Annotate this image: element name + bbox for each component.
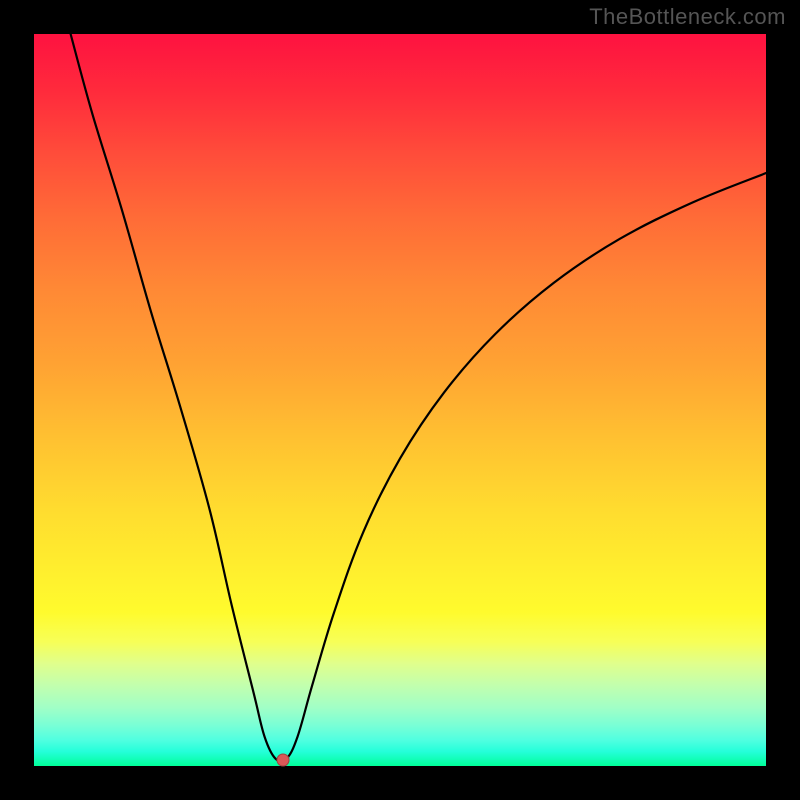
chart-frame: TheBottleneck.com (0, 0, 800, 800)
optimal-point-marker (276, 754, 289, 767)
watermark-text: TheBottleneck.com (589, 4, 786, 30)
plot-area (34, 34, 766, 766)
curve-svg (34, 34, 766, 766)
bottleneck-curve (71, 34, 766, 762)
